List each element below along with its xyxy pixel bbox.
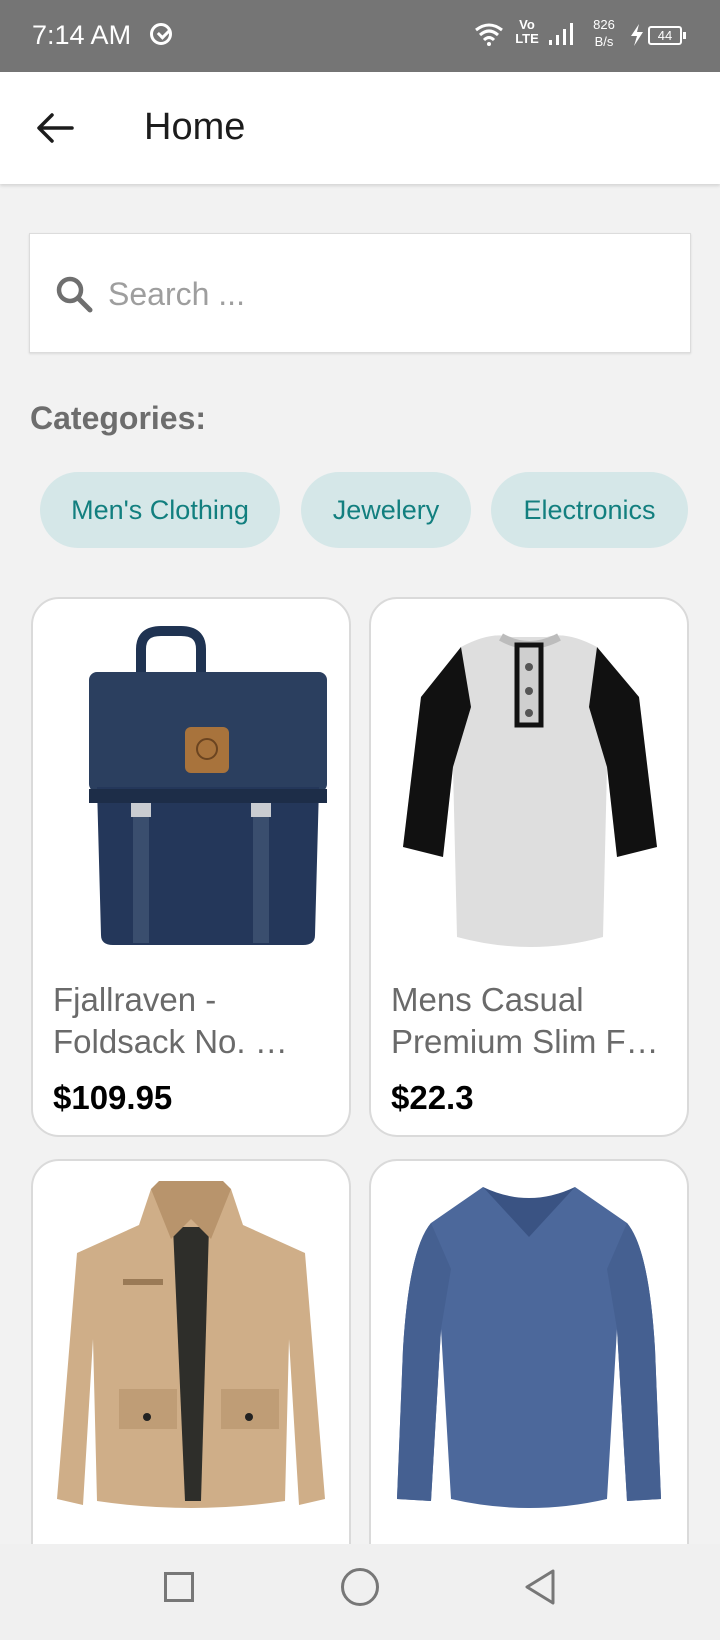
- category-chip-electronics[interactable]: Electronics: [491, 472, 688, 548]
- search-bar[interactable]: [29, 233, 691, 353]
- product-image-backpack: [89, 626, 327, 945]
- product-card[interactable]: [369, 1159, 689, 1579]
- status-time: 7:14 AM: [32, 20, 132, 50]
- circle-home-icon[interactable]: [341, 1568, 379, 1606]
- category-chip-jewelery[interactable]: Jewelery: [301, 472, 471, 548]
- status-bar: 7:14 AM Vo LTE 826 B/s 44: [0, 0, 720, 72]
- product-price: $109.95: [53, 1079, 173, 1116]
- triangle-back-icon[interactable]: [523, 1567, 557, 1607]
- product-title-line2: Foldsack No. …: [53, 1023, 288, 1060]
- category-chip-mens-clothing[interactable]: Men's Clothing: [40, 472, 280, 548]
- square-recents-icon[interactable]: [164, 1572, 194, 1602]
- product-card[interactable]: [31, 1159, 351, 1579]
- battery-icon: 44: [648, 26, 686, 45]
- network-speed: 826 B/s: [586, 16, 622, 50]
- system-nav-bar: [0, 1544, 720, 1640]
- product-title: Mens Casual Premium Slim F…: [391, 979, 671, 1063]
- product-card[interactable]: Mens Casual Premium Slim F… $22.3: [369, 597, 689, 1137]
- wifi-icon: [475, 23, 503, 46]
- signal-icon: [549, 23, 573, 45]
- sync-icon: [150, 23, 172, 45]
- product-title-line1: Mens Casual: [391, 981, 584, 1018]
- network-speed-unit: B/s: [594, 34, 614, 49]
- product-title: Fjallraven - Foldsack No. …: [53, 979, 333, 1063]
- app-bar: Home: [0, 72, 720, 184]
- search-icon: [56, 276, 93, 313]
- product-image-blue-long-sleeve-shirt: [397, 1187, 661, 1508]
- network-speed-value: 826: [593, 17, 615, 32]
- volte-label: Vo LTE: [515, 17, 539, 46]
- product-price: $22.3: [391, 1079, 474, 1116]
- page-title: Home: [144, 106, 246, 148]
- arrow-left-icon[interactable]: [30, 102, 82, 154]
- product-image-khaki-jacket: [57, 1181, 325, 1508]
- charging-bolt-icon: [631, 24, 643, 46]
- product-title-line2: Premium Slim F…: [391, 1023, 659, 1060]
- product-image-henley-shirt: [403, 633, 657, 947]
- product-card[interactable]: Fjallraven - Foldsack No. … $109.95: [31, 597, 351, 1137]
- product-title-line1: Fjallraven -: [53, 981, 217, 1018]
- search-input[interactable]: [106, 264, 670, 324]
- categories-label: Categories:: [30, 400, 207, 436]
